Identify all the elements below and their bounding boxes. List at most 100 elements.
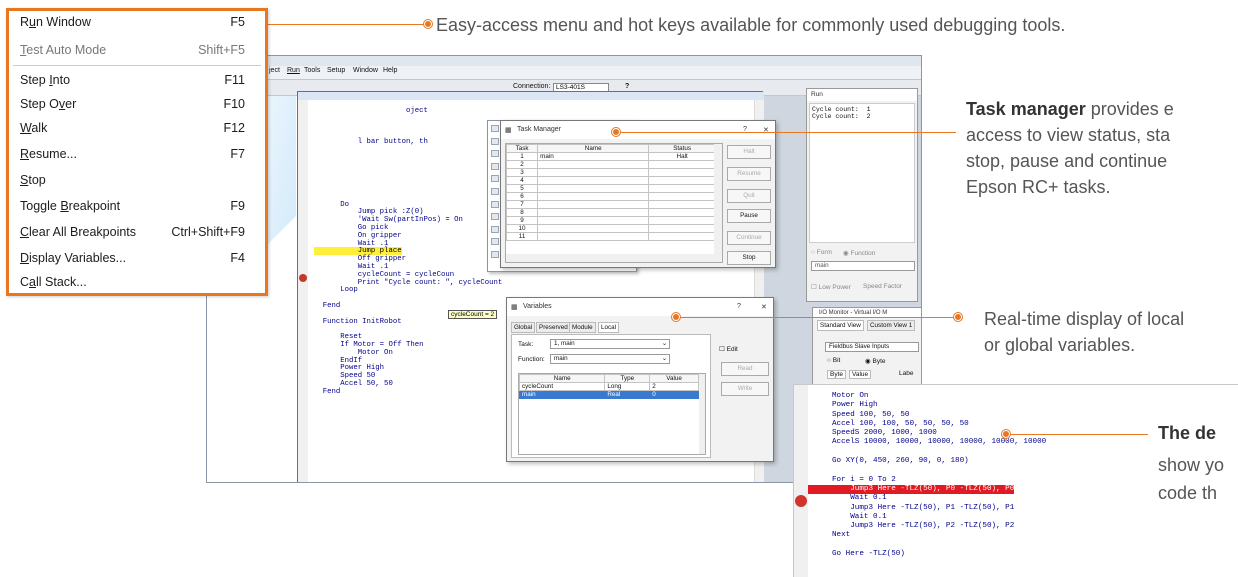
variables-window: ▦ Variables ? ✕ Global Preserved Module … [506,297,774,462]
menu-item-1[interactable]: Test Auto Mode [20,43,106,57]
menu-item-5[interactable]: Resume... [20,147,77,161]
task-row[interactable]: 7 [506,200,716,209]
help-icon[interactable]: ? [737,303,741,310]
var-col-header[interactable]: Name [519,374,606,383]
radio-bit[interactable]: ○ Bit [827,357,840,364]
var-row[interactable]: main Real 0 [519,390,699,399]
menu-item-9[interactable]: Display Variables... [20,251,126,265]
code-panel-line: Next [832,531,851,540]
help-icon[interactable]: ? [625,83,629,90]
task-cell [537,224,650,233]
menubar-item-run[interactable]: Run [287,67,300,74]
tab-preserved[interactable]: Preserved [536,322,571,333]
main-menubar: ject Run Tools Setup Window Help [207,66,921,80]
menu-item-10[interactable]: Call Stack... [20,275,87,289]
stop-button[interactable]: Stop [727,251,771,265]
breakpoint-stop-icon[interactable] [795,495,807,507]
menubar-item-setup[interactable]: Setup [327,67,345,74]
tab-standard-view[interactable]: Standard View [817,320,864,331]
menu-item-0[interactable]: Run Window [20,15,91,29]
task-row[interactable]: 5 [506,184,716,193]
quit-button[interactable]: Quit [727,189,771,203]
task-cell [537,216,650,225]
menubar-item-window[interactable]: Window [353,67,378,74]
low-power-checkbox[interactable]: ☐ Low Power [811,283,851,291]
function-select[interactable]: main ⌄ [550,354,670,364]
task-col-header[interactable]: Name [537,144,650,153]
variables-table: Name Type Value cycleCount Long 2 main Real 0 [519,374,699,399]
task-row[interactable]: 9 [506,216,716,225]
edit-checkbox[interactable]: ☐ Edit [719,345,738,353]
task-row[interactable]: 8 [506,208,716,217]
task-table: Task Name Status 1 main Halt 2 3 4 5 6 7 8 9 10 11 [506,144,716,241]
tab-local[interactable]: Local [598,322,620,333]
task-row[interactable]: 10 [506,224,716,233]
editor-code[interactable]: oject l bar button, th Do Jump pick :Z(0… [314,107,502,396]
code-panel-line: Go XY(0, 450, 260, 90, 0, 180) [832,457,969,466]
menubar-item-project[interactable]: ject [269,67,280,74]
tab-module[interactable]: Module [569,322,596,333]
radio-form[interactable]: ○ Form [811,249,832,256]
vars-callout-text: Real-time display of local [984,309,1185,329]
menu-item-8[interactable]: Clear All Breakpoints [20,225,136,239]
task-cell [537,232,650,241]
variables-title: Variables [523,303,552,310]
task-cell: 7 [506,200,539,209]
task-row[interactable]: 11 [506,232,716,241]
io-monitor-window: I/O Monitor - Virtual I/O M Standard Vie… [812,307,922,389]
continue-button[interactable]: Continue [727,231,771,245]
task-col-header[interactable]: Status [648,144,716,153]
radio-byte[interactable]: ◉ Byte [865,357,886,365]
var-row[interactable]: cycleCount Long 2 [519,382,699,391]
editor-code-line [314,124,502,132]
task-col-header[interactable]: Task [506,144,539,153]
debug-callout-text: The de [1158,423,1217,443]
task-row[interactable]: 3 [506,168,716,177]
write-button[interactable]: Write [721,382,769,396]
menu-item-6[interactable]: Stop [20,173,46,187]
run-function-select[interactable]: main [811,261,915,271]
task-row[interactable]: 2 [506,160,716,169]
task-callout-text-2: access to view status, sta [966,125,1171,145]
var-col-header[interactable]: Type [604,374,651,383]
pause-button[interactable]: Pause [727,209,771,223]
editor-code-line [314,178,502,186]
read-button[interactable]: Read [721,362,769,376]
editor-code-line [314,147,502,155]
task-row[interactable]: 1 main Halt [506,152,716,161]
halt-button[interactable]: Halt [727,145,771,159]
resume-button[interactable]: Resume [727,167,771,181]
menubar-item-help[interactable]: Help [383,67,397,74]
tab-global[interactable]: Global [511,322,536,333]
task-table-scrollbar[interactable] [714,144,722,254]
task-table-hscroll[interactable] [506,254,722,262]
code-panel-line: Jump3 Here -TLZ(50), P2 -TLZ(50), P2 [832,522,1015,531]
variables-scrollbar[interactable] [699,374,705,454]
close-icon[interactable]: ✕ [761,303,767,311]
function-label: Function: [518,356,545,363]
breakpoint-icon[interactable] [299,274,307,282]
menu-item-shortcut: F11 [224,73,245,87]
speed-factor-label: Speed Factor [863,283,903,290]
io-source-select[interactable]: Fieldbus Slave Inputs [825,342,919,352]
task-row[interactable]: 4 [506,176,716,185]
task-select[interactable]: 1, main ⌄ [550,339,670,349]
var-col-header[interactable]: Value [649,374,699,383]
tab-custom-view[interactable]: Custom View 1 [867,320,916,331]
variables-panel: Task: 1, main ⌄ Function: main ⌄ Name Type V… [511,334,711,458]
menu-item-4[interactable]: Walk [20,121,47,135]
code-panel-lines[interactable]: Motor On Power High Speed 100, 50, 50 Accel… [808,392,1046,559]
menubar-item-tools[interactable]: Tools [304,67,320,74]
menu-item-3[interactable]: Step Over [20,97,76,111]
radio-function[interactable]: ◉ Function [843,249,875,257]
menu-item-2[interactable]: Step Into [20,73,70,87]
task-cell: 1 [506,152,539,161]
task-row[interactable]: 6 [506,192,716,201]
run-menu-item-icon [491,188,499,195]
menu-item-7[interactable]: Toggle Breakpoint [20,199,120,213]
task-cell [537,200,650,209]
task-cell: 4 [506,176,539,185]
editor-code-line: Loop [314,286,358,295]
menu-item-shortcut: F7 [230,147,245,161]
run-menu-zoomed: Run Window F5 Test Auto Mode Shift+F5 Step I… [6,8,268,296]
